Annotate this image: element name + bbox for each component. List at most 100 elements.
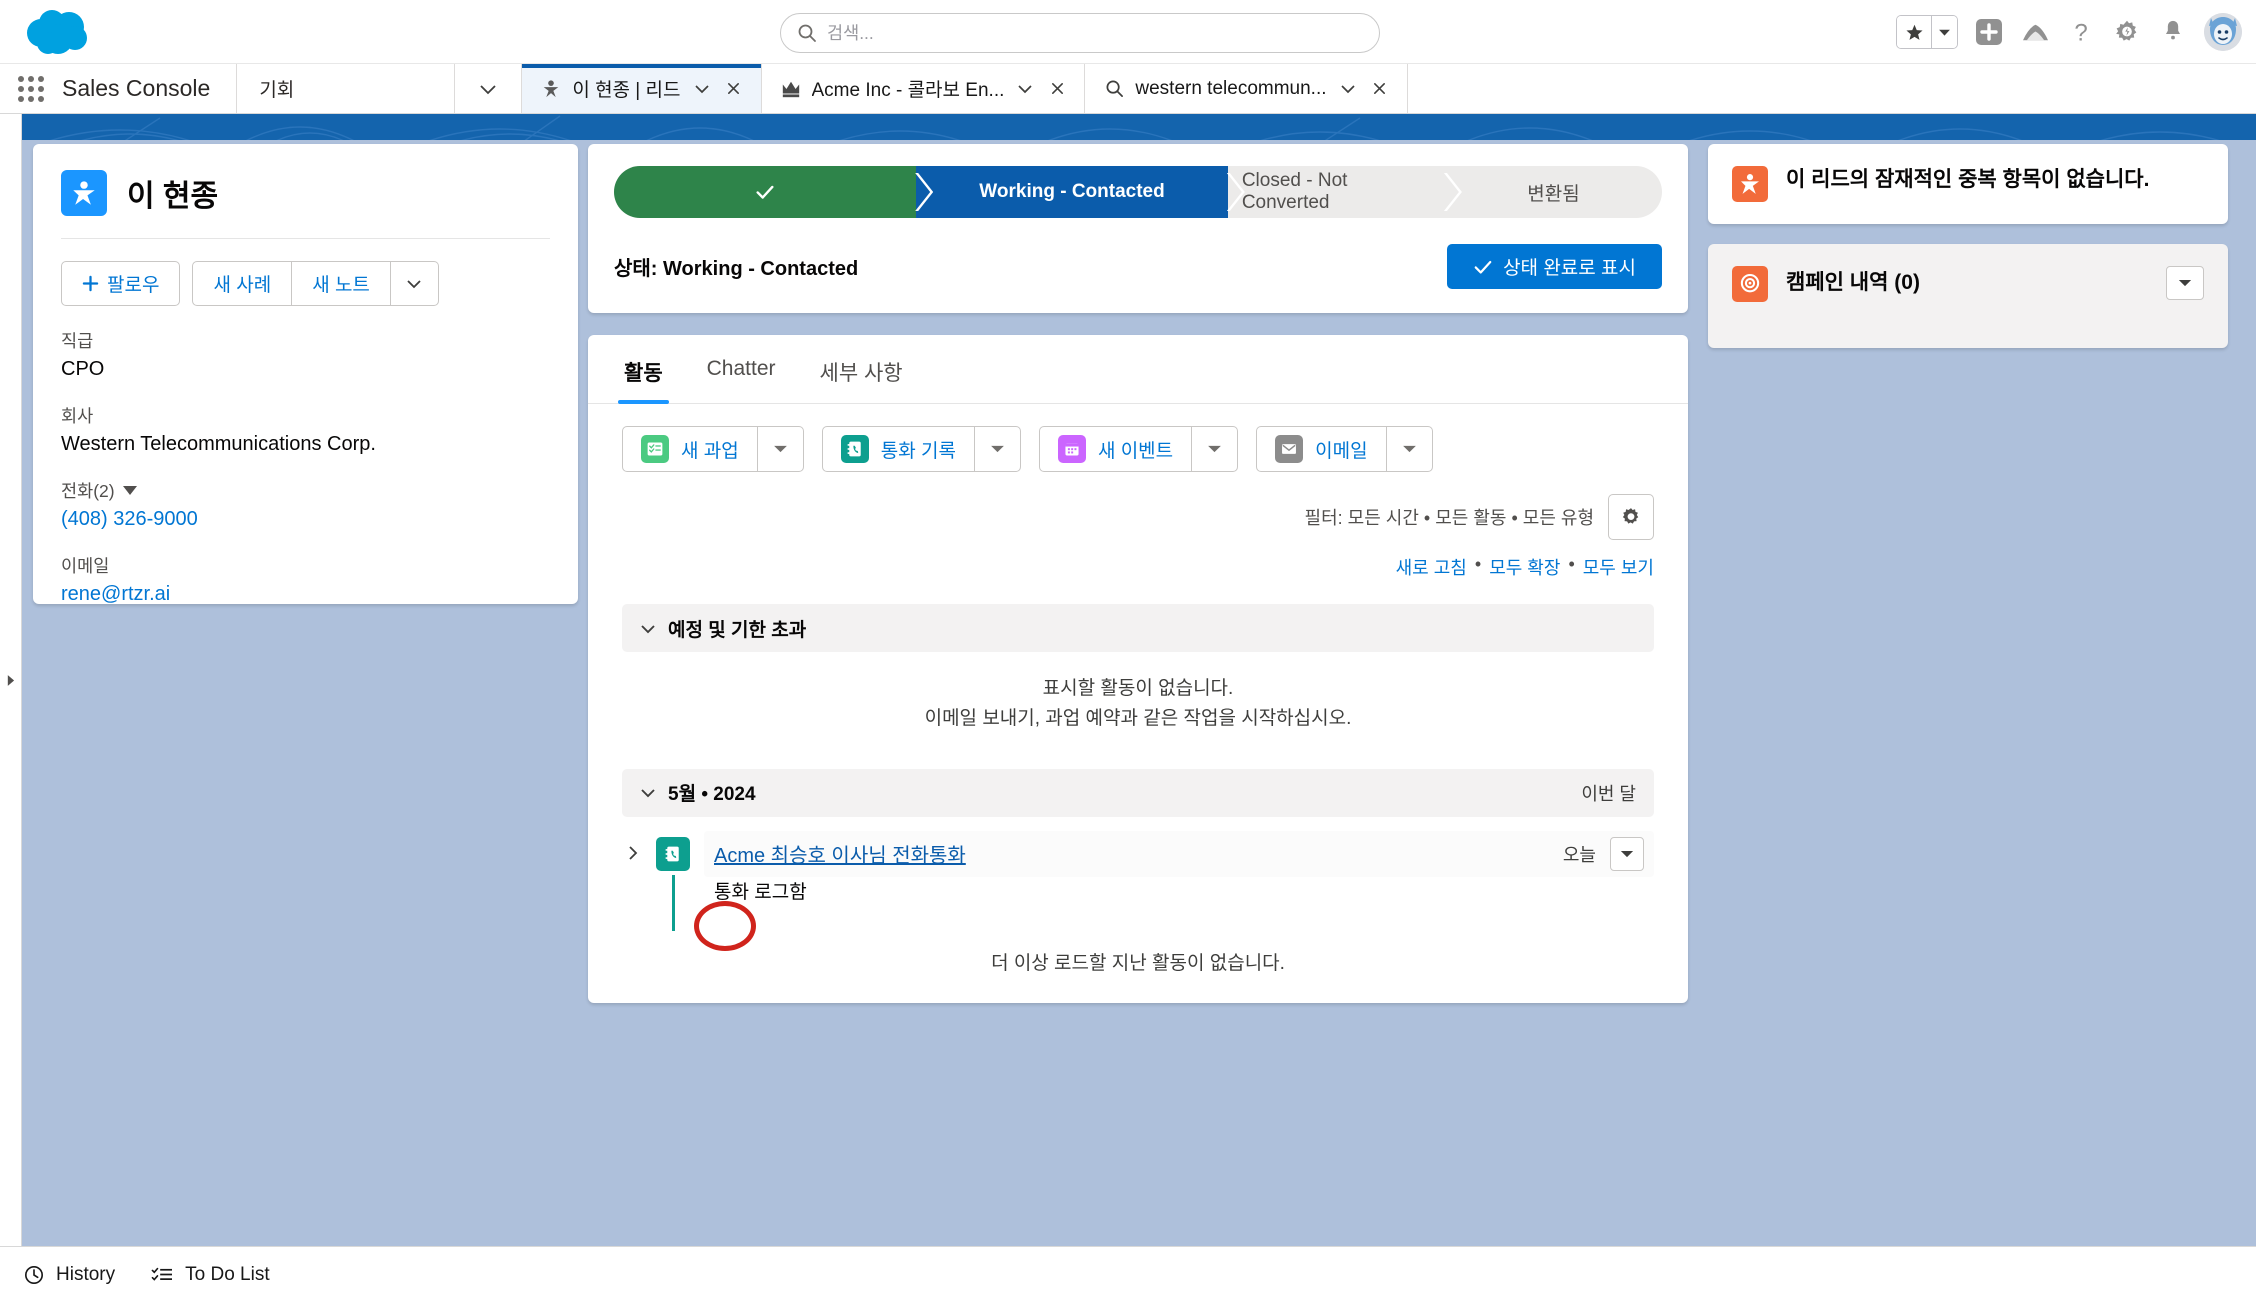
app-launcher-waffle-icon[interactable] (0, 64, 62, 113)
field-email-value[interactable]: rene@rtzr.ai (61, 583, 550, 606)
chevron-down-icon[interactable] (122, 486, 137, 495)
log-call-chevron-down-icon[interactable] (973, 427, 1020, 471)
field-phone-value[interactable]: (408) 326-9000 (61, 508, 550, 531)
field-phone-label-text: 전화(2) (61, 481, 115, 501)
path-step-working-contacted[interactable]: Working - Contacted (916, 166, 1228, 218)
new-task-button[interactable]: 새 과업 (623, 427, 757, 471)
lead-person-icon (61, 170, 107, 216)
chevron-down-icon[interactable] (1014, 78, 1036, 100)
search-icon (797, 23, 817, 43)
close-icon[interactable] (1046, 78, 1068, 100)
timeline-month-header[interactable]: 5월 • 2024 이번 달 (622, 768, 1654, 817)
timeline-item-body: Acme 최승호 이사님 전화통화 오늘 통화 로그함 (704, 830, 1654, 904)
new-task-label: 새 과업 (681, 440, 739, 462)
new-event-label: 새 이벤트 (1097, 440, 1174, 462)
nav-chevron-down-icon[interactable] (454, 64, 523, 113)
path-step-completed[interactable] (614, 166, 917, 218)
timeline-item-title-link[interactable]: Acme 최승호 이사님 전화통화 (714, 839, 966, 868)
activity-filter-gear-icon[interactable] (1608, 494, 1654, 540)
lead-header: 이 현종 (61, 170, 550, 238)
campaign-history-title: 캠페인 내역 (0) (1786, 271, 1920, 294)
workspace-tab-opportunity[interactable]: Acme Inc - 콜라보 En... (761, 64, 1086, 113)
plus-icon[interactable] (1974, 17, 2004, 47)
new-case-button[interactable]: 새 사례 (192, 261, 293, 306)
path-step-closed-not-converted[interactable]: Closed - Not Converted (1228, 166, 1445, 218)
chevron-down-icon[interactable] (1337, 78, 1359, 100)
salesforce-cloud-logo[interactable] (22, 6, 100, 58)
close-icon[interactable] (1369, 78, 1391, 100)
left-panel-collapse-handle[interactable] (0, 114, 22, 1246)
activity-action-buttons: 새 과업 통화 기록 새 이벤트 이메일 (588, 404, 1688, 472)
workspace-tab-label: Acme Inc - 콜라보 En... (811, 80, 1005, 101)
field-company-value: Western Telecommunications Corp. (61, 433, 376, 455)
favorites-group[interactable] (1896, 15, 1958, 49)
search-input[interactable] (827, 22, 1363, 44)
log-call-button[interactable]: 통화 기록 (823, 427, 974, 471)
bell-icon[interactable] (2158, 17, 2188, 47)
new-note-button[interactable]: 새 노트 (292, 261, 391, 306)
timeline-month-title: 5월 • 2024 (668, 784, 756, 806)
view-all-link[interactable]: 모두 보기 (1583, 554, 1654, 580)
footer-history-button[interactable]: History (24, 1264, 115, 1286)
svg-text:?: ? (2074, 19, 2087, 46)
workspace-tab-label: western telecommun... (1135, 77, 1327, 99)
follow-button[interactable]: 팔로우 (61, 261, 181, 306)
timeline-connector-line (672, 874, 675, 931)
footer-todo-label: To Do List (185, 1263, 270, 1285)
new-task-button-group: 새 과업 (622, 426, 804, 472)
check-icon (1474, 260, 1492, 274)
refresh-link[interactable]: 새로 고침 (1396, 554, 1467, 580)
search-icon (1103, 78, 1125, 100)
gear-icon[interactable] (2112, 17, 2142, 47)
path-step-converted[interactable]: 변환됨 (1445, 166, 1662, 218)
plus-icon (82, 275, 99, 292)
mountain-icon[interactable] (2020, 17, 2050, 47)
activity-filter-row: 필터: 모든 시간 • 모든 활동 • 모든 유형 (588, 472, 1688, 540)
new-task-chevron-down-icon[interactable] (756, 427, 803, 471)
tab-chatter[interactable]: Chatter (705, 335, 778, 403)
avatar[interactable] (2204, 13, 2242, 51)
global-search[interactable] (780, 13, 1380, 53)
close-icon[interactable] (723, 78, 745, 100)
nav-item-opportunity[interactable]: 기회 (236, 64, 454, 113)
lead-path-card: Working - Contacted Closed - Not Convert… (588, 144, 1688, 313)
campaign-history-chevron-down-icon[interactable] (2166, 266, 2204, 300)
lead-status-path: Working - Contacted Closed - Not Convert… (614, 166, 1662, 218)
timeline-item-chevron-down-icon[interactable] (1610, 836, 1644, 871)
header-actions: ? (1896, 0, 2242, 64)
chevron-down-icon[interactable] (1931, 16, 1957, 48)
tab-details[interactable]: 세부 사항 (818, 335, 905, 403)
footer-todo-button[interactable]: To Do List (151, 1263, 270, 1286)
email-chevron-down-icon[interactable] (1385, 427, 1432, 471)
timeline-item-time: 오늘 (1562, 844, 1596, 865)
star-icon[interactable] (1897, 16, 1931, 48)
page-body: 이 현종 팔로우 새 사례 새 노트 직급 CPO 회사 Western Tel… (0, 114, 2256, 1246)
lead-action-buttons: 팔로우 새 사례 새 노트 (61, 238, 550, 306)
opportunity-crown-icon (780, 78, 802, 100)
new-event-button[interactable]: 새 이벤트 (1040, 427, 1191, 471)
detail-tabset: 활동 Chatter 세부 사항 (588, 335, 1688, 404)
timeline-item: Acme 최승호 이사님 전화통화 오늘 통화 로그함 (622, 830, 1654, 931)
expand-all-link[interactable]: 모두 확장 (1489, 554, 1560, 580)
checklist-icon (151, 1267, 173, 1281)
console-navigation-bar: Sales Console 기회 이 현종 | 리드 Acme Inc - 콜라… (0, 64, 2256, 114)
field-company: 회사 Western Telecommunications Corp. (61, 403, 550, 456)
potential-duplicates-card: 이 리드의 잠재적인 중복 항목이 없습니다. (1708, 144, 2228, 224)
workspace-tab-search[interactable]: western telecommun... (1085, 64, 1408, 113)
chevron-down-icon[interactable] (691, 78, 713, 100)
more-actions-chevron-down-icon[interactable] (390, 261, 439, 306)
chevron-right-icon[interactable] (622, 831, 642, 861)
decorative-topographic-band (0, 114, 2256, 140)
timeline-upcoming-header[interactable]: 예정 및 기한 초과 (622, 604, 1654, 652)
tab-activity[interactable]: 활동 (618, 335, 669, 404)
workspace-tab-lead[interactable]: 이 현종 | 리드 (522, 64, 762, 113)
mark-status-complete-button[interactable]: 상태 완료로 표시 (1447, 244, 1662, 289)
new-event-chevron-down-icon[interactable] (1191, 427, 1237, 471)
timeline-item-subtitle: 통화 로그함 (714, 881, 807, 903)
email-button[interactable]: 이메일 (1257, 427, 1385, 471)
question-mark-icon[interactable]: ? (2066, 17, 2096, 47)
activity-links-row: 새로 고침 • 모두 확장 • 모두 보기 (588, 540, 1688, 580)
timeline-item-meta: 오늘 (1562, 836, 1644, 871)
mark-status-complete-label: 상태 완료로 표시 (1503, 258, 1636, 279)
timeline-footer-text: 더 이상 로드할 지난 활동이 없습니다. (991, 952, 1285, 974)
